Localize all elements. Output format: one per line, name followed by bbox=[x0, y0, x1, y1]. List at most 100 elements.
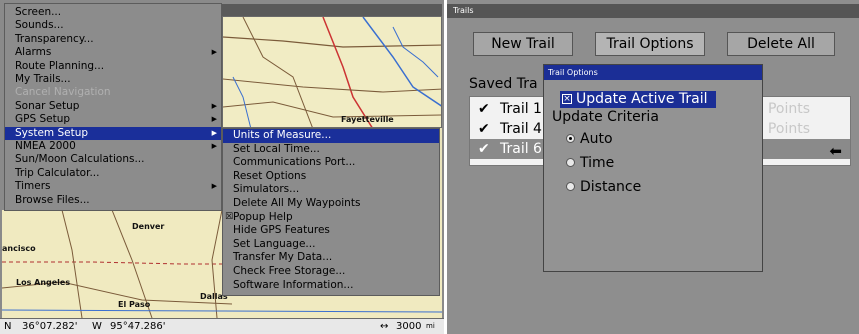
trail-options-dialog: Trail Options × Update Active Trail Upda… bbox=[543, 64, 763, 272]
submenu-item-label: Set Language... bbox=[233, 237, 316, 250]
menu-item-label: My Trails... bbox=[15, 73, 71, 85]
menu-item-screen[interactable]: Screen... bbox=[5, 6, 221, 19]
submenu-item-set-local-time[interactable]: Set Local Time... bbox=[223, 143, 439, 157]
menu-item-alarms[interactable]: Alarms ▶ bbox=[5, 46, 221, 59]
zoom-unit: mi bbox=[426, 322, 435, 330]
delete-all-button[interactable]: Delete All bbox=[727, 32, 835, 56]
submenu-item-check-free-storage[interactable]: Check Free Storage... bbox=[223, 265, 439, 279]
left-arrow-icon: ⬅ bbox=[829, 142, 842, 160]
trail-name: Trail 6 bbox=[500, 141, 542, 157]
menu-item-label: GPS Setup bbox=[15, 113, 71, 126]
submenu-arrow-icon: ▶ bbox=[211, 182, 217, 191]
submenu-item-simulators[interactable]: Simulators... bbox=[223, 183, 439, 197]
trail-options-button[interactable]: Trail Options bbox=[595, 32, 705, 56]
menu-item-sounds[interactable]: Sounds... bbox=[5, 19, 221, 32]
checkmark-icon: ✔ bbox=[478, 101, 490, 117]
checkmark-icon: ✔ bbox=[478, 121, 490, 137]
trails-title-bar: Trails bbox=[447, 4, 859, 18]
submenu-item-delete-all-waypoints[interactable]: Delete All My Waypoints bbox=[223, 197, 439, 211]
left-title-bar bbox=[222, 4, 442, 16]
radio-label: Distance bbox=[580, 179, 642, 195]
map-label-el-paso: El Paso bbox=[118, 300, 151, 309]
menu-item-label: Transparency... bbox=[15, 32, 94, 45]
longitude-prefix: W bbox=[92, 321, 102, 332]
menu-item-browse-files[interactable]: Browse Files... bbox=[5, 194, 221, 207]
menu-item-label: Sonar Setup bbox=[15, 99, 80, 112]
menu-item-trip-calculator[interactable]: Trip Calculator... bbox=[5, 167, 221, 180]
submenu-item-communications-port[interactable]: Communications Port... bbox=[223, 156, 439, 170]
map-label-los-angeles: Los Angeles bbox=[16, 278, 71, 287]
submenu-item-units-of-measure[interactable]: Units of Measure... bbox=[223, 129, 439, 143]
update-active-trail-label: Update Active Trail bbox=[576, 91, 708, 107]
checkbox-checked-icon: ☒ bbox=[225, 211, 234, 222]
radio-auto[interactable]: Auto bbox=[566, 129, 613, 149]
menu-item-nmea-2000[interactable]: NMEA 2000 ▶ bbox=[5, 140, 221, 153]
map-label-fayetteville: Fayetteville bbox=[341, 115, 394, 124]
map-roads-top bbox=[223, 17, 441, 127]
menu-item-transparency[interactable]: Transparency... bbox=[5, 33, 221, 46]
trail-points: Points bbox=[767, 101, 810, 117]
checkbox-checked-icon: × bbox=[562, 94, 572, 104]
submenu-arrow-icon: ▶ bbox=[211, 115, 217, 124]
map-label-denver: Denver bbox=[132, 222, 165, 231]
map-view-top[interactable]: Fayetteville bbox=[222, 16, 442, 128]
menu-item-label: Alarms bbox=[15, 46, 52, 59]
zoom-value: 3000 bbox=[396, 321, 422, 332]
trail-name: Trail 4 bbox=[500, 121, 542, 137]
submenu-item-label: Set Local Time... bbox=[233, 142, 320, 155]
menu-item-cancel-navigation: Cancel Navigation bbox=[5, 86, 221, 99]
menu-item-sun-moon[interactable]: Sun/Moon Calculations... bbox=[5, 153, 221, 166]
menu-item-gps-setup[interactable]: GPS Setup ▶ bbox=[5, 113, 221, 126]
update-active-trail-checkbox[interactable]: × Update Active Trail bbox=[560, 91, 716, 108]
submenu-item-label: Hide GPS Features bbox=[233, 224, 330, 237]
submenu-item-reset-options[interactable]: Reset Options bbox=[223, 170, 439, 184]
new-trail-button[interactable]: New Trail bbox=[473, 32, 573, 56]
radio-distance[interactable]: Distance bbox=[566, 177, 641, 197]
menu-item-label: Trip Calculator... bbox=[15, 166, 100, 179]
menu-item-label: Sounds... bbox=[15, 19, 64, 32]
submenu-item-transfer-my-data[interactable]: Transfer My Data... bbox=[223, 251, 439, 265]
menu-item-sonar-setup[interactable]: Sonar Setup ▶ bbox=[5, 100, 221, 113]
submenu-item-label: Delete All My Waypoints bbox=[233, 197, 361, 209]
menu-item-label: Route Planning... bbox=[15, 59, 105, 72]
system-setup-submenu: Units of Measure... Set Local Time... Co… bbox=[222, 128, 440, 296]
submenu-item-label: Units of Measure... bbox=[233, 129, 332, 141]
submenu-item-label: Simulators... bbox=[233, 183, 300, 196]
menu-item-route-planning[interactable]: Route Planning... bbox=[5, 60, 221, 73]
submenu-arrow-icon: ▶ bbox=[211, 128, 217, 137]
left-screen: Fayetteville Denver ancisco Los Angeles … bbox=[0, 0, 444, 334]
longitude-value: 95°47.286' bbox=[110, 321, 166, 332]
radio-time[interactable]: Time bbox=[566, 153, 614, 173]
trail-name: Trail 1 bbox=[500, 101, 542, 117]
latitude-value: 36°07.282' bbox=[22, 321, 78, 332]
submenu-item-software-information[interactable]: Software Information... bbox=[223, 279, 439, 293]
submenu-item-hide-gps-features[interactable]: Hide GPS Features bbox=[223, 224, 439, 238]
zoom-arrows-icon: ↔ bbox=[380, 321, 389, 332]
radio-label: Auto bbox=[580, 131, 613, 147]
position-status-bar: N 36°07.282' W 95°47.286' ↔ 3000 mi bbox=[0, 318, 444, 334]
submenu-item-set-language[interactable]: Set Language... bbox=[223, 238, 439, 252]
menu-item-timers[interactable]: Timers ▶ bbox=[5, 180, 221, 193]
submenu-arrow-icon: ▶ bbox=[211, 101, 217, 110]
submenu-item-label: Transfer My Data... bbox=[233, 251, 333, 264]
menu-item-label: Cancel Navigation bbox=[15, 86, 111, 99]
menu-item-system-setup[interactable]: System Setup ▶ bbox=[5, 126, 221, 140]
submenu-item-label: Communications Port... bbox=[233, 156, 356, 169]
radio-label: Time bbox=[580, 155, 615, 171]
submenu-item-label: Popup Help bbox=[233, 210, 293, 223]
map-label-san-francisco: ancisco bbox=[2, 244, 36, 253]
menu-item-label: NMEA 2000 bbox=[15, 140, 76, 152]
submenu-item-label: Check Free Storage... bbox=[233, 265, 346, 277]
submenu-item-popup-help[interactable]: ☒ Popup Help bbox=[223, 211, 439, 225]
radio-unselected-icon bbox=[566, 182, 575, 191]
radio-selected-icon bbox=[566, 134, 575, 143]
menu-item-label: Sun/Moon Calculations... bbox=[15, 153, 145, 166]
right-screen: Trails New Trail Trail Options Delete Al… bbox=[447, 0, 859, 334]
submenu-arrow-icon: ▶ bbox=[211, 48, 217, 57]
update-criteria-label: Update Criteria bbox=[552, 109, 659, 125]
submenu-arrow-icon: ▶ bbox=[211, 142, 217, 150]
menu-item-label: Browse Files... bbox=[15, 193, 90, 206]
saved-trails-label: Saved Tra bbox=[469, 76, 538, 92]
menu-item-my-trails[interactable]: My Trails... bbox=[5, 73, 221, 86]
menu-item-label: Screen... bbox=[15, 6, 62, 18]
